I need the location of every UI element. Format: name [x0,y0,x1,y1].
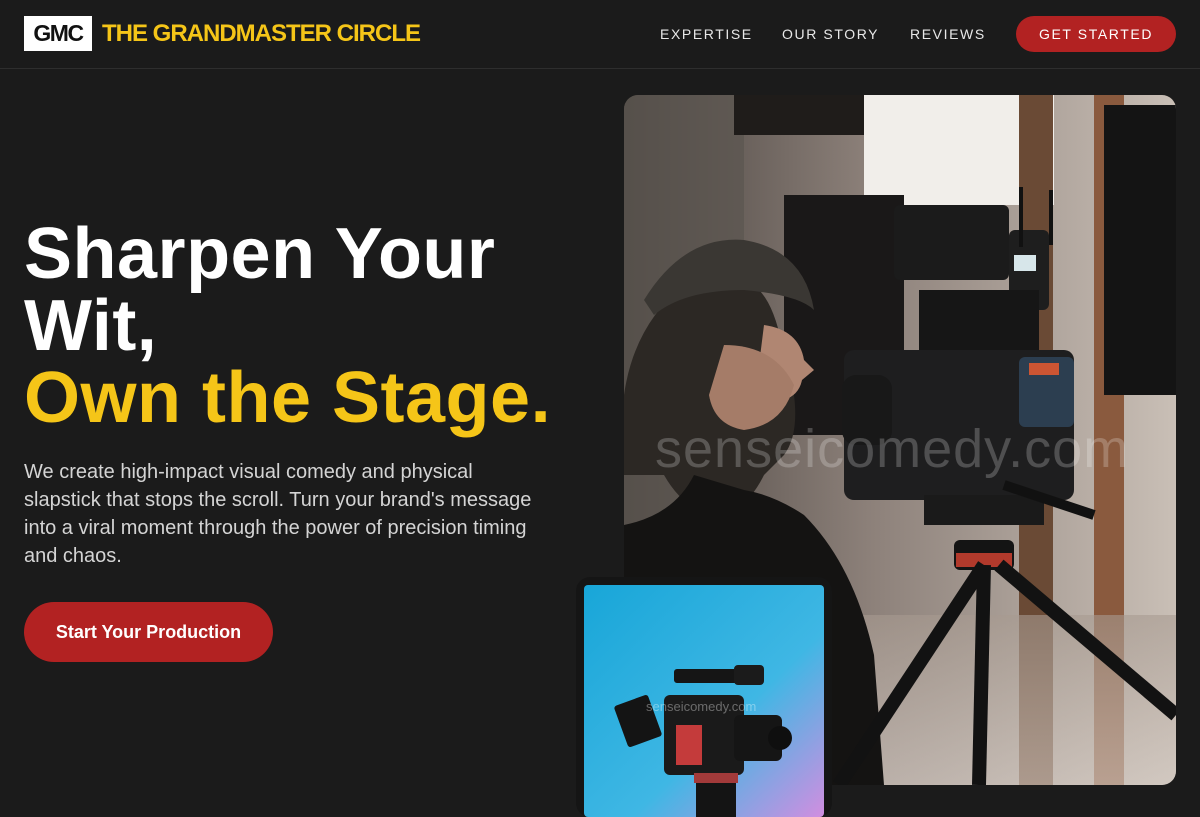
nav-link-expertise[interactable]: EXPERTISE [660,26,753,42]
brand-logo[interactable]: GMC THE GRANDMASTER CIRCLE [24,16,421,51]
nav-link-our-story[interactable]: OUR STORY [782,26,879,42]
camera-photo-card [576,577,832,817]
logo-mark: GMC [24,16,92,51]
hero-title-accent: Own the Stage. [24,358,552,438]
get-started-button[interactable]: GET STARTED [1016,16,1176,52]
cinema-camera-illustration [584,585,824,817]
start-production-button[interactable]: Start Your Production [24,602,273,662]
site-header: GMC THE GRANDMASTER CIRCLE EXPERTISE OUR… [0,0,1200,69]
hero-description: We create high-impact visual comedy and … [24,461,532,567]
hero-title-line-1: Sharpen Your [24,214,496,294]
hero-title-line-2: Wit, [24,286,158,366]
hero-title: Sharpen Your Wit, Own the Stage. [24,218,584,434]
camera-photo [584,585,824,817]
nav-link-reviews[interactable]: REVIEWS [910,26,986,42]
brand-name: THE GRANDMASTER CIRCLE [102,19,421,47]
